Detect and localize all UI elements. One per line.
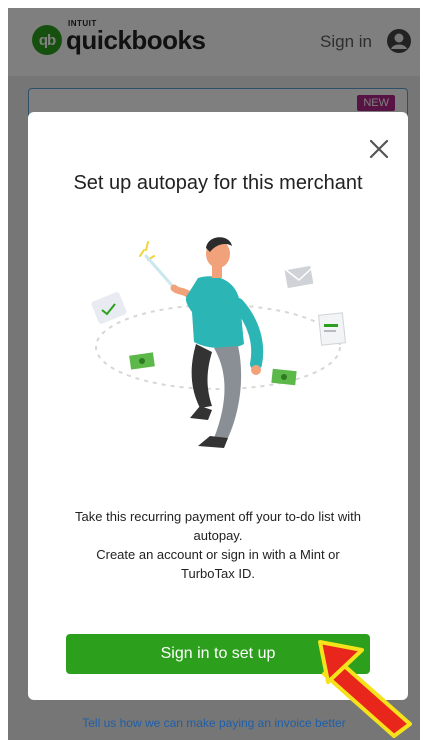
envelope-icon bbox=[284, 265, 314, 289]
calendar-icon bbox=[91, 292, 127, 324]
autopay-modal: Set up autopay for this merchant Take th… bbox=[28, 112, 408, 700]
cash-icon bbox=[129, 352, 155, 370]
modal-description: Take this recurring payment off your to-… bbox=[68, 507, 368, 583]
invoice-icon bbox=[317, 312, 347, 346]
person-figure bbox=[144, 237, 264, 448]
close-icon[interactable] bbox=[364, 134, 394, 164]
description-line-1: Take this recurring payment off your to-… bbox=[75, 509, 361, 543]
autopay-illustration bbox=[91, 237, 347, 448]
arrow-pointer-icon bbox=[318, 640, 412, 738]
cash-icon bbox=[271, 368, 297, 386]
modal-title: Set up autopay for this merchant bbox=[73, 172, 363, 194]
description-line-2: Create an account or sign in with a Mint… bbox=[96, 547, 340, 581]
app-frame: qb INTUIT quickbooks Sign in NEW Tell us… bbox=[8, 8, 420, 740]
